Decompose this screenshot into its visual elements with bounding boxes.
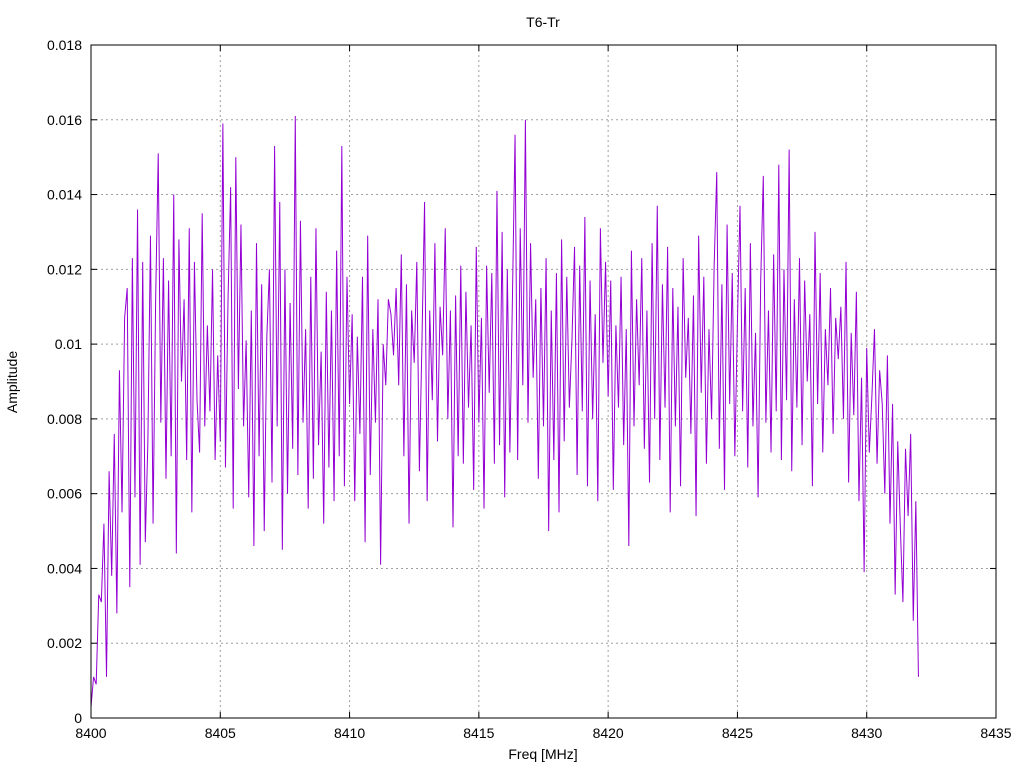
y-tick-label: 0.012 [47,261,82,277]
y-tick-label: 0.002 [47,635,82,651]
y-tick-label: 0.006 [47,486,82,502]
x-tick-label: 8435 [980,725,1011,741]
series-layer [90,116,919,707]
x-tick-label: 8430 [851,725,882,741]
x-tick-label: 8400 [75,725,106,741]
x-axis-label: Freq [MHz] [508,746,577,762]
series-line [90,116,919,707]
chart-title: T6-Tr [526,14,560,30]
x-tick-label: 8415 [463,725,494,741]
y-tick-label: 0.014 [47,187,82,203]
y-axis-label: Amplitude [4,351,20,413]
y-tick-label: 0.01 [55,336,82,352]
x-tick-label: 8420 [593,725,624,741]
y-tick-label: 0.018 [47,37,82,53]
x-tick-labels: 8400 8405 8410 8415 8420 8425 8430 8435 [75,725,1011,741]
y-tick-label: 0 [74,710,82,726]
chart: 8400 8405 8410 8415 8420 8425 8430 8435 00.0020… [4,14,1012,762]
y-tick-labels: 0 0.002 0.004 0.006 0.008 0.01 0.012 0.014 0.016… [47,37,82,726]
x-tick-label: 8410 [334,725,365,741]
x-tick-label: 8405 [205,725,236,741]
y-tick-label: 0.008 [47,411,82,427]
y-tick-label: 0.004 [47,560,82,576]
x-tick-label: 8425 [722,725,753,741]
y-tick-label: 0.016 [47,112,82,128]
